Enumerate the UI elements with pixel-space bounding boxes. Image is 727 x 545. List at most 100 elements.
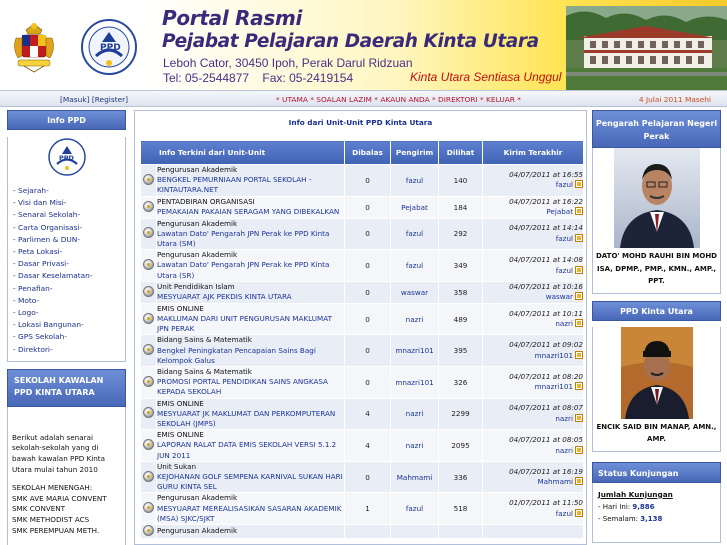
go-to-post-icon[interactable] xyxy=(575,319,584,328)
dibalas-cell: 0 xyxy=(344,303,392,336)
link-parlimen-dun[interactable]: - Parlimen & DUN- xyxy=(13,234,125,246)
pengirim-cell[interactable]: fazul xyxy=(390,164,440,197)
current-date: 4 Julai 2011 Masehi xyxy=(638,95,711,104)
table-row: EMIS ONLINE MESYUARAT JK MAKLUMAT DAN PER… xyxy=(140,398,585,431)
dibalas-cell: 0 xyxy=(344,196,392,219)
dilihat-cell: 2299 xyxy=(438,398,484,431)
dibalas-cell: 0 xyxy=(344,461,392,494)
go-to-post-icon[interactable] xyxy=(575,350,584,359)
link-senarai-sekolah[interactable]: - Senarai Sekolah- xyxy=(13,209,125,221)
topic-link[interactable]: MESYUARAT JK MAKLUMAT DAN PERKOMPUTERAN … xyxy=(157,409,344,429)
topic-link[interactable]: Lawatan Dato' Pengarah JPN Perak ke PPD … xyxy=(157,229,344,249)
dibalas-cell: 0 xyxy=(344,334,392,368)
link-dasar-keselamatan[interactable]: - Dasar Keselamatan- xyxy=(13,270,125,282)
topic-category: Bidang Sains & Matematik xyxy=(157,335,252,345)
link-gps-sekolah[interactable]: - GPS Sekolah- xyxy=(13,331,125,343)
last-post-user[interactable]: nazri xyxy=(555,319,573,328)
last-post-date: 04/07/2011 at 14:08 xyxy=(509,255,584,265)
kirim-terakhir-cell: 04/07/2011 at 10:11 nazri xyxy=(482,303,585,336)
link-direktori[interactable]: - Direktori- xyxy=(13,344,125,356)
menu-item-soalan-lazim[interactable]: * SOALAN LAZIM xyxy=(310,95,372,104)
topic-category: Pengurusan Akademik xyxy=(157,218,238,228)
dilihat-cell: 395 xyxy=(438,334,484,368)
right-sidebar: Pengarah Pelajaran Negeri Perak DATO' MO… xyxy=(592,110,721,543)
topic-link[interactable]: MESYUARAT MEREALISASIKAN SASARAN AKADEMI… xyxy=(157,504,344,524)
go-to-post-icon[interactable] xyxy=(575,508,584,517)
dibalas-cell: 4 xyxy=(344,398,392,431)
topic-link[interactable]: PEMAKAIAN PAKAIAN SERAGAM YANG DIBEKALKA… xyxy=(157,207,344,217)
topic-link[interactable]: MESYUARAT AJK PEKDIS KINTA UTARA xyxy=(157,292,344,302)
topic-cell: Unit Pendidikan Islam MESYUARAT AJK PEKDI… xyxy=(156,281,346,304)
link-logo[interactable]: - Logo- xyxy=(13,307,125,319)
menu-item-akaun-anda[interactable]: * AKAUN ANDA xyxy=(374,95,429,104)
pengirim-cell[interactable]: fazul xyxy=(390,249,440,282)
hari-ini-row: - Hari Ini: 9,886 xyxy=(598,501,715,513)
go-to-post-icon[interactable] xyxy=(575,292,584,301)
pengirim-cell[interactable]: nazri xyxy=(390,303,440,336)
pengirim-cell[interactable]: nazri xyxy=(390,429,440,462)
pengirim-cell[interactable]: waswar xyxy=(390,281,440,304)
menu-item-keluar[interactable]: * KELUAR * xyxy=(480,95,521,104)
kirim-terakhir-cell: 04/07/2011 at 14:08 fazul xyxy=(482,249,585,282)
ppd-officer-name: ENCIK SAID BIN MANAP, AMN., AMP. xyxy=(596,422,717,444)
pengirim-cell[interactable] xyxy=(390,524,440,540)
school-list-item: SMK AVE MARIA CONVENT xyxy=(12,493,107,503)
link-carta-organisasi[interactable]: - Carta Organisasi- xyxy=(13,222,125,234)
go-to-post-icon[interactable] xyxy=(575,265,584,274)
last-post-user[interactable]: fazul xyxy=(556,509,573,518)
last-post-user[interactable]: waswar xyxy=(546,292,573,301)
table-row: Pengurusan Akademik Lawatan Dato' Pengara… xyxy=(140,249,585,282)
last-post-user[interactable]: Mahmami xyxy=(537,477,573,486)
link-dasar-privasi[interactable]: - Dasar Privasi- xyxy=(13,258,125,270)
last-post-user[interactable]: Pejabat xyxy=(546,207,573,216)
svg-text:PPD: PPD xyxy=(59,154,75,162)
last-post-user[interactable]: fazul xyxy=(556,266,573,275)
last-post-user[interactable]: fazul xyxy=(556,180,573,189)
link-visi-misi[interactable]: - Visi dan Misi- xyxy=(13,197,125,209)
topic-link[interactable]: MAKLUMAN DARI UNIT PENGURUSAN MAKLUMAT J… xyxy=(157,314,344,334)
last-post-date: 04/07/2011 at 09:02 xyxy=(509,340,584,350)
menu-item-direktori[interactable]: * DIREKTORI xyxy=(432,95,478,104)
topic-link[interactable]: PROMOSI PORTAL PENDIDIKAN SAINS ANGKASA … xyxy=(157,377,344,397)
topic-icon-cell xyxy=(140,303,157,336)
sekolah-menengah-label: SEKOLAH MENENGAH: xyxy=(12,483,93,493)
last-post-user[interactable]: mnazri101 xyxy=(535,382,573,391)
pengirim-cell[interactable]: nazri xyxy=(390,398,440,431)
login-link[interactable]: [Masuk] xyxy=(60,95,90,104)
pengirim-cell[interactable]: Pejabat xyxy=(390,196,440,219)
topic-link[interactable]: Lawatan Dato' Pengarah JPN Perak ke PPD … xyxy=(157,260,344,280)
topic-link[interactable]: BENGKEL PEMURNIAAN PORTAL SEKOLAH - KINT… xyxy=(157,175,344,195)
table-row: Unit Sukan KEJOHANAN GOLF SEMPENA KARNIVA… xyxy=(140,461,585,494)
link-peta-lokasi[interactable]: - Peta Lokasi- xyxy=(13,246,125,258)
go-to-post-icon[interactable] xyxy=(575,445,584,454)
go-to-post-icon[interactable] xyxy=(575,382,584,391)
semalam-row: - Semalam: 3,138 xyxy=(598,513,715,525)
last-post-user[interactable]: fazul xyxy=(556,234,573,243)
topic-link[interactable]: LAPORAN RALAT DATA EMIS SEKOLAH VERSI 5.… xyxy=(157,440,344,460)
go-to-post-icon[interactable] xyxy=(575,207,584,216)
menu-item-utama[interactable]: * UTAMA xyxy=(276,95,308,104)
go-to-post-icon[interactable] xyxy=(575,233,584,242)
kirim-terakhir-cell: 04/07/2011 at 08:20 mnazri101 xyxy=(482,366,585,399)
register-link[interactable]: [Register] xyxy=(92,95,128,104)
go-to-post-icon[interactable] xyxy=(575,180,584,189)
pengirim-cell[interactable]: mnazri101 xyxy=(390,334,440,368)
topic-link[interactable]: Bengkel Peningkatan Pencapaian Sains Bag… xyxy=(157,346,344,366)
pengirim-cell[interactable]: fazul xyxy=(390,218,440,251)
topic-category: Bidang Sains & Matematik xyxy=(157,367,252,377)
link-moto[interactable]: - Moto- xyxy=(13,295,125,307)
pengirim-cell[interactable]: fazul xyxy=(390,492,440,526)
last-post-user[interactable]: mnazri101 xyxy=(535,351,573,360)
pengirim-cell[interactable]: Mahmami xyxy=(390,461,440,494)
pengirim-cell[interactable]: mnazri101 xyxy=(390,366,440,399)
go-to-post-icon[interactable] xyxy=(575,413,584,422)
last-post-user[interactable]: nazri xyxy=(555,446,573,455)
col-header-pengirim: Pengirim xyxy=(390,140,440,165)
link-penafian[interactable]: - Penafian- xyxy=(13,283,125,295)
go-to-post-icon[interactable] xyxy=(575,477,584,486)
last-post-date: 04/07/2011 at 08:05 xyxy=(509,435,584,445)
link-lokasi-bangunan[interactable]: - Lokasi Bangunan- xyxy=(13,319,125,331)
topic-link[interactable]: KEJOHANAN GOLF SEMPENA KARNIVAL SUKAN HA… xyxy=(157,472,344,492)
last-post-user[interactable]: nazri xyxy=(555,414,573,423)
link-sejarah[interactable]: - Sejarah- xyxy=(13,185,125,197)
